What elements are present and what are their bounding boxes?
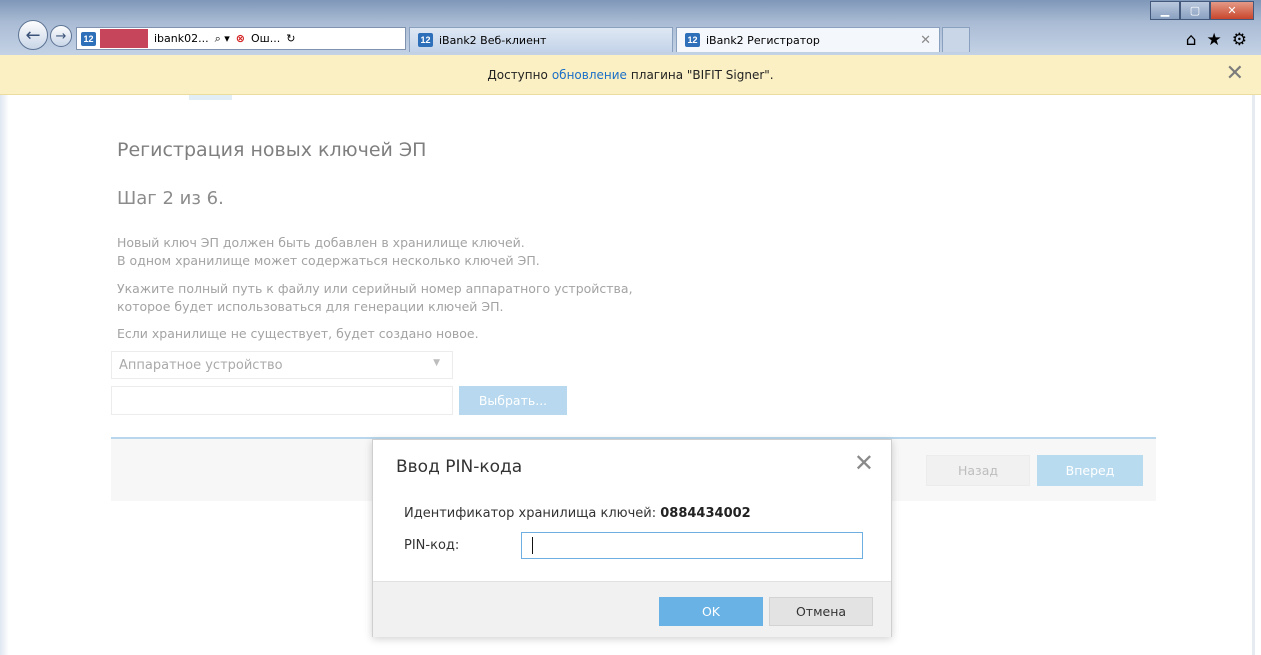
ibank-favicon-icon: 12 [685,33,700,47]
close-window-icon[interactable]: ✕ [1210,1,1254,20]
refresh-icon[interactable]: ↻ [286,32,295,45]
step-indicator: Шаг 2 из 6. [117,188,224,209]
tab-close-icon[interactable]: ✕ [920,33,931,48]
select-value: Аппаратное устройство [119,357,283,373]
pin-label: PIN-код: [404,538,460,553]
ok-button[interactable]: OK [659,597,763,626]
tab-web-client[interactable]: 12 iBank2 Веб-клиент [409,27,673,52]
desc-line: Новый ключ ЭП должен быть добавлен в хра… [117,235,525,250]
desc-line: В одном хранилище может содержаться неск… [117,253,540,268]
storage-type-select[interactable]: Аппаратное устройство ▼ [111,351,453,379]
description-path: Укажите полный путь к файлу или серийный… [117,280,633,316]
storage-path-input[interactable] [111,386,453,415]
description-new-storage: Если хранилище не существует, будет созд… [117,326,479,341]
favorites-star-icon[interactable]: ★ [1207,30,1222,50]
desc-line: которое будет использоваться для генерац… [117,299,504,314]
desc-line: Укажите полный путь к файлу или серийный… [117,281,633,296]
notification-text-before: Доступно [487,67,548,82]
storage-id-value: 0884434002 [660,506,751,521]
browser-toolbar: ⌂ ★ ⚙ [1186,30,1247,50]
page-scrollbar[interactable] [1252,95,1255,655]
page-left-edge [0,95,9,655]
certificate-error-icon[interactable]: ⊗ [236,32,245,45]
notification-close-icon[interactable]: ✕ [1226,61,1244,86]
choose-button[interactable]: Выбрать... [459,386,567,415]
new-tab-button[interactable] [942,27,970,52]
forward-arrow-icon[interactable]: → [50,25,72,47]
page-title: Регистрация новых ключей ЭП [117,139,427,161]
text-caret [532,537,533,554]
search-icon[interactable]: ⌕ ▾ [215,32,230,46]
chevron-down-icon: ▼ [433,358,440,368]
home-icon[interactable]: ⌂ [1186,30,1197,50]
pin-dialog: Ввод PIN-кода ✕ Идентификатор хранилища … [372,439,892,637]
pin-input[interactable] [521,532,863,559]
settings-gear-icon[interactable]: ⚙ [1232,30,1247,50]
minimize-icon[interactable]: ▁ [1150,1,1180,20]
update-link[interactable]: обновление [548,68,631,82]
browser-chrome: ▁ ▢ ✕ ← → 12 ibank02... ⌕ ▾ ⊗ Ош... ↻ 12… [0,0,1261,55]
tab-registrar[interactable]: 12 iBank2 Регистратор ✕ [676,27,940,52]
tab-label: iBank2 Регистратор [706,33,820,47]
notification-text-after: плагина "BIFIT Signer". [630,67,774,82]
back-button[interactable]: Назад [926,455,1030,486]
storage-id-row: Идентификатор хранилища ключей: 08844340… [404,506,751,521]
maximize-icon[interactable]: ▢ [1180,1,1210,20]
cancel-button[interactable]: Отмена [769,597,873,626]
close-icon[interactable]: ✕ [854,448,874,478]
description-storage: Новый ключ ЭП должен быть добавлен в хра… [117,234,540,270]
address-text: ibank02... [154,32,209,45]
plugin-update-notification: Доступно обновление плагина "BIFIT Signe… [0,55,1261,95]
dialog-title: Ввод PIN-кода [396,457,523,477]
window-controls: ▁ ▢ ✕ [1150,1,1254,20]
ibank-favicon-icon: 12 [418,33,433,47]
tab-label: iBank2 Веб-клиент [439,33,547,47]
storage-id-label: Идентификатор хранилища ключей: [404,506,657,521]
next-button[interactable]: Вперед [1037,455,1143,486]
address-bar[interactable]: 12 ibank02... ⌕ ▾ ⊗ Ош... ↻ [76,27,406,50]
back-arrow-icon[interactable]: ← [18,20,48,50]
address-highlight [100,29,148,48]
address-error-text: Ош... [251,32,281,45]
ibank-favicon-icon: 12 [81,31,96,46]
